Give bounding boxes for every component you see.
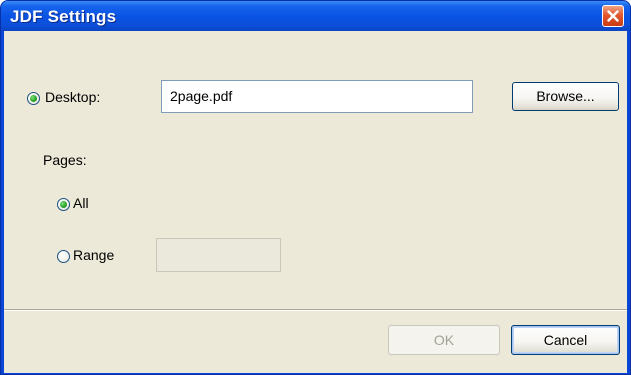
all-pages-label: All xyxy=(73,195,89,211)
range-radio[interactable] xyxy=(57,250,70,263)
radio-selected-dot xyxy=(30,95,37,102)
cancel-button[interactable]: Cancel xyxy=(511,325,620,355)
desktop-label: Desktop: xyxy=(45,89,101,105)
dialog-body: Desktop: 2page.pdf Browse... Pages: All … xyxy=(4,31,627,373)
ok-button[interactable]: OK xyxy=(388,325,500,355)
radio-selected-dot xyxy=(60,201,67,208)
jdf-settings-dialog: JDF Settings Desktop: 2page.pdf Browse..… xyxy=(0,0,631,375)
desktop-radio[interactable] xyxy=(27,92,40,105)
close-icon xyxy=(607,10,619,22)
pages-heading: Pages: xyxy=(43,152,87,168)
close-button[interactable] xyxy=(602,5,624,27)
file-path-input[interactable]: 2page.pdf xyxy=(161,80,473,113)
footer-divider xyxy=(4,309,627,311)
title-bar[interactable]: JDF Settings xyxy=(1,1,630,31)
dialog-title: JDF Settings xyxy=(10,7,117,26)
browse-button[interactable]: Browse... xyxy=(512,82,619,111)
range-input[interactable] xyxy=(156,238,281,272)
range-label: Range xyxy=(73,247,115,263)
all-pages-radio[interactable] xyxy=(57,198,70,211)
